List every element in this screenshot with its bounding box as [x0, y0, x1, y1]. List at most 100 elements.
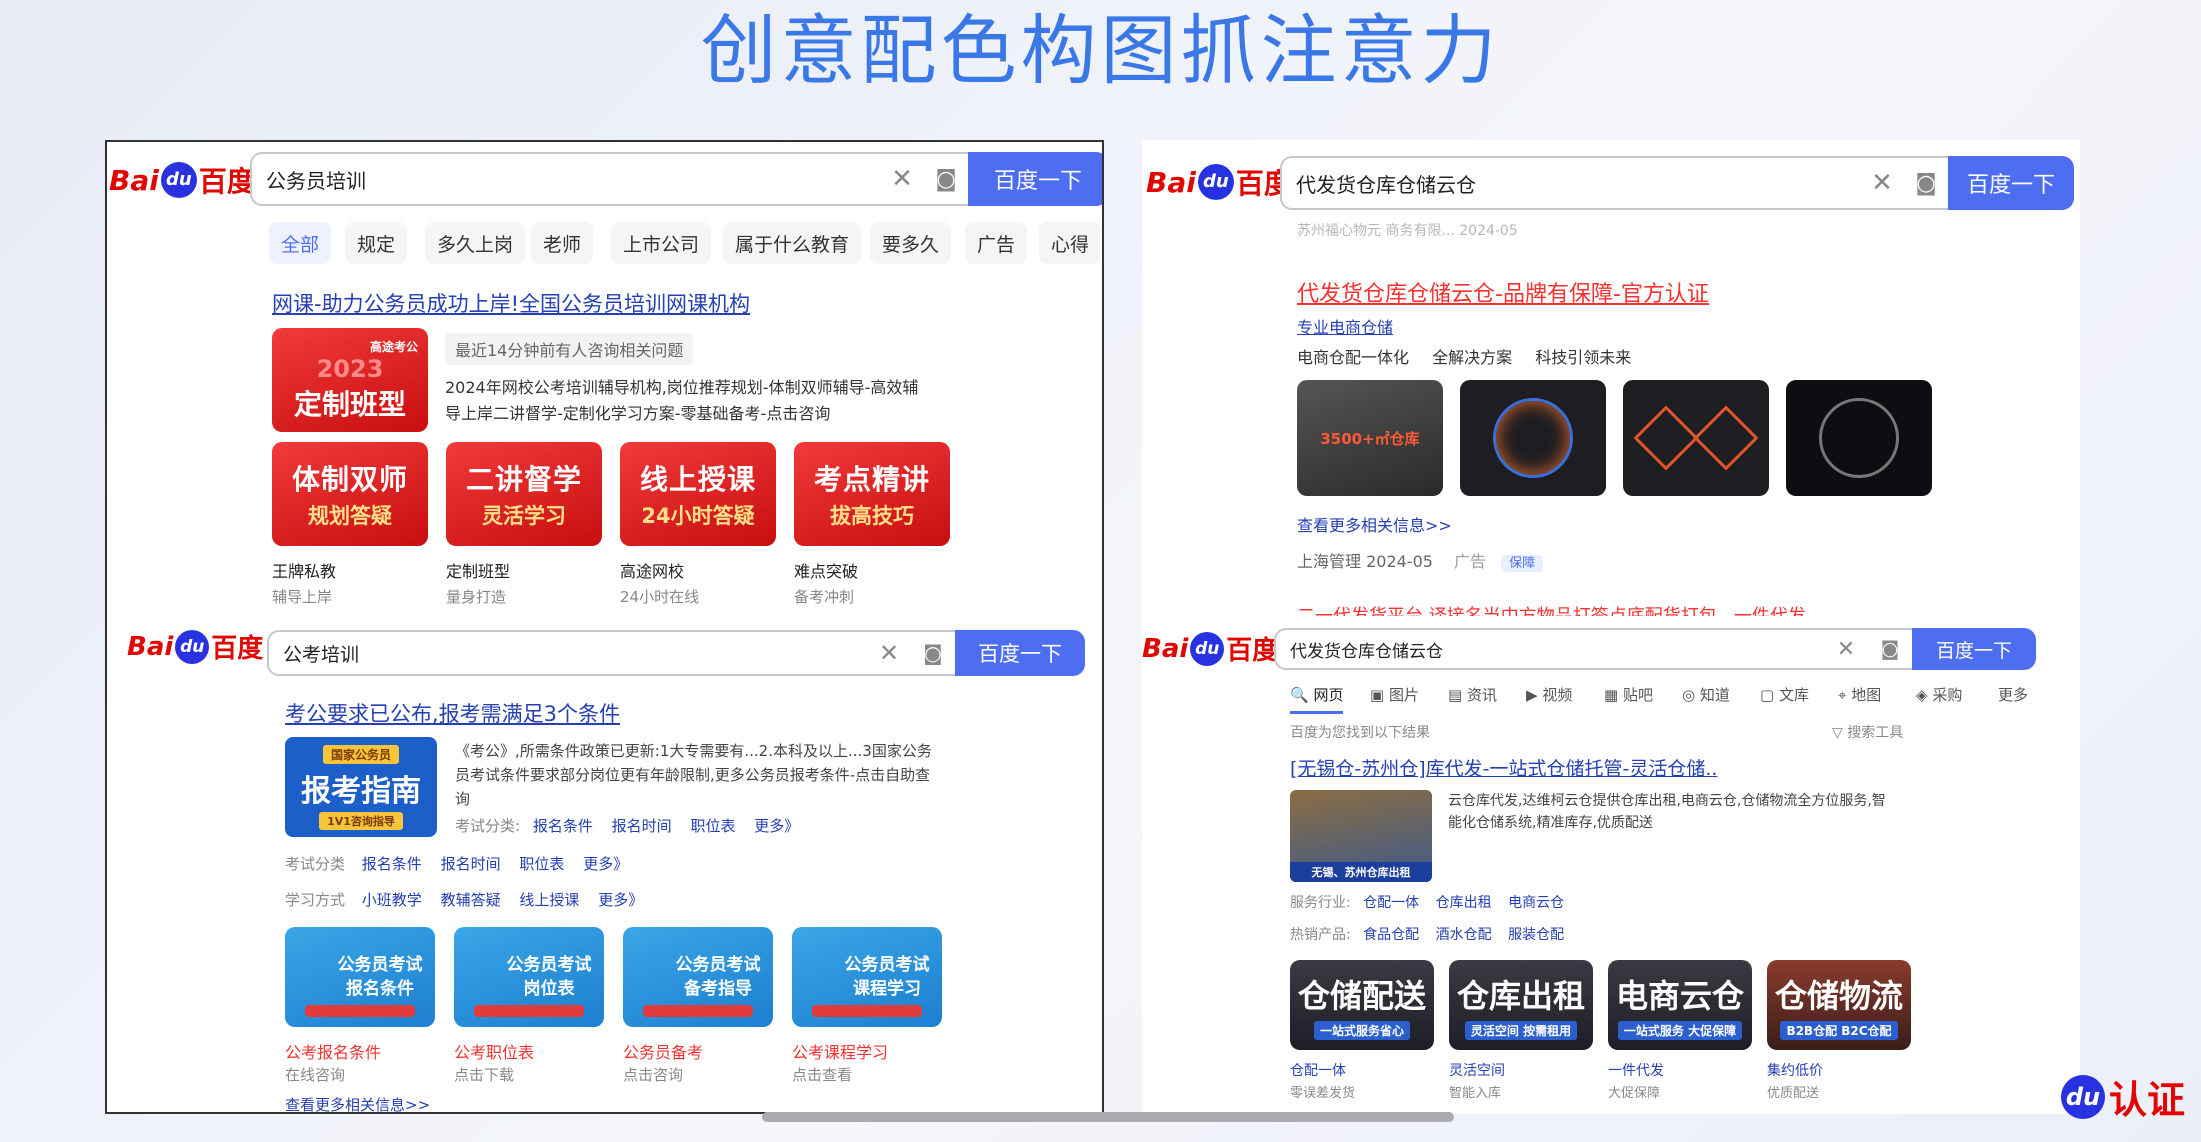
exam-guide-thumb[interactable]: 国家公务员 报考指南 1V1咨询指导: [285, 737, 437, 837]
search-input-3[interactable]: 代发货仓库仓储云仓: [1282, 158, 1860, 208]
clear-icon[interactable]: ✕: [1824, 630, 1868, 668]
nav-zhidao[interactable]: ◎ 知道: [1682, 684, 1730, 705]
card-label-2[interactable]: 定制班型: [446, 558, 510, 582]
card-label-1[interactable]: 王牌私教: [272, 558, 336, 582]
service-link[interactable]: 仓配一体: [1363, 895, 1419, 911]
link-small-class[interactable]: 小班教学: [362, 891, 422, 909]
service-card-label-3[interactable]: 一件代发: [1608, 1060, 1664, 1080]
product-link[interactable]: 酒水仓配: [1436, 927, 1492, 943]
card-thumb-1[interactable]: 体制双师 规划答疑: [272, 442, 428, 546]
horizontal-scrollbar[interactable]: [762, 1112, 1454, 1122]
search-box-2[interactable]: 公考培训 ✕ ◙ 百度一下: [267, 630, 1085, 676]
clear-icon[interactable]: ✕: [867, 632, 911, 674]
camera-icon[interactable]: ◙: [924, 154, 968, 204]
nav-video[interactable]: ▶ 视频: [1526, 684, 1572, 705]
warehouse-thumb-3[interactable]: [1623, 380, 1769, 496]
clear-icon[interactable]: ✕: [1860, 158, 1904, 208]
nav-tieba[interactable]: ▦ 贴吧: [1604, 684, 1653, 705]
tab-how-long[interactable]: 多久上岗: [425, 222, 526, 264]
service-card-label-2[interactable]: 灵活空间: [1449, 1060, 1505, 1080]
search-box-4[interactable]: 代发货仓库仓储云仓 ✕ ◙ 百度一下: [1274, 628, 2036, 670]
exam-card-thumb-2[interactable]: 公务员考试 岗位表: [454, 927, 604, 1027]
card-thumb-2[interactable]: 二讲督学 灵活学习: [446, 442, 602, 546]
link-schedule[interactable]: 报名时间: [612, 817, 672, 835]
nav-news[interactable]: ▤ 资讯: [1448, 684, 1497, 705]
warehouse-thumb-1[interactable]: 3500+㎡仓库: [1297, 380, 1443, 496]
search-button-2[interactable]: 百度一下: [955, 630, 1085, 676]
link-more[interactable]: 更多》: [754, 817, 799, 835]
tab-teacher[interactable]: 老师: [531, 222, 594, 264]
nav-more[interactable]: 更多: [1998, 684, 2028, 705]
link-tutoring[interactable]: 教辅答疑: [441, 891, 501, 909]
link-requirements[interactable]: 报名条件: [362, 855, 422, 873]
exam-card-label-3[interactable]: 公务员备考: [623, 1039, 703, 1063]
card-label-3[interactable]: 高途网校: [620, 558, 684, 582]
service-card-1[interactable]: 仓储配送 一站式服务省心: [1290, 960, 1434, 1050]
search-box[interactable]: 公务员培训 ✕ ◙ 百度一下: [250, 152, 1102, 206]
warehouse-subtitle[interactable]: 专业电商仓储: [1297, 314, 1393, 338]
service-card-4[interactable]: 仓储物流 B2B仓配 B2C仓配: [1767, 960, 1911, 1050]
baidu-logo-4[interactable]: Bai du 百度: [1142, 630, 1278, 667]
camera-icon[interactable]: ◙: [1904, 158, 1948, 208]
camera-icon[interactable]: ◙: [911, 632, 955, 674]
tab-education-type[interactable]: 属于什么教育: [723, 222, 862, 264]
warehouse-result-title[interactable]: 代发货仓库仓储云仓-品牌有保障-官方认证: [1297, 276, 1709, 308]
baidu-logo-2[interactable]: Bai du 百度: [127, 628, 263, 665]
warehouse-thumb-2[interactable]: [1460, 380, 1606, 496]
warehouse-photo[interactable]: 无锡、苏州仓库出租: [1290, 790, 1432, 882]
exam-card-thumb-1[interactable]: 公务员考试 报名条件: [285, 927, 435, 1027]
tab-all[interactable]: 全部: [269, 222, 332, 264]
link-more[interactable]: 更多》: [598, 891, 643, 909]
search-button[interactable]: 百度一下: [968, 152, 1102, 206]
link-requirements[interactable]: 报名条件: [533, 817, 593, 835]
search-input-2[interactable]: 公考培训: [269, 632, 867, 674]
guarantee-badge[interactable]: 保障: [1501, 555, 1544, 572]
search-tools[interactable]: ▽ 搜索工具: [1832, 722, 1903, 742]
more-info-link-2[interactable]: 查看更多相关信息>>: [1297, 512, 1452, 536]
nav-map[interactable]: ⌖ 地图: [1838, 684, 1881, 705]
course-thumbnail[interactable]: 高途考公 2023 定制班型: [272, 328, 428, 432]
product-link[interactable]: 食品仓配: [1363, 927, 1419, 943]
nav-wenku[interactable]: ▢ 文库: [1760, 684, 1809, 705]
tab-rules[interactable]: 规定: [345, 222, 408, 264]
product-link[interactable]: 服装仓配: [1508, 927, 1564, 943]
card-thumb-4[interactable]: 考点精讲 拔高技巧: [794, 442, 950, 546]
link-positions[interactable]: 职位表: [690, 817, 735, 835]
service-card-3[interactable]: 电商云仓 一站式服务 大促保障: [1608, 960, 1752, 1050]
service-link[interactable]: 电商云仓: [1508, 895, 1564, 911]
warehouse-thumb-4[interactable]: [1786, 380, 1932, 496]
nav-purchase[interactable]: ◈ 采购: [1916, 684, 1962, 705]
camera-icon[interactable]: ◙: [1868, 630, 1912, 668]
service-card-label-1[interactable]: 仓配一体: [1290, 1060, 1346, 1080]
link-schedule[interactable]: 报名时间: [441, 855, 501, 873]
card-label-4[interactable]: 难点突破: [794, 558, 858, 582]
exam-card-label-1[interactable]: 公考报名条件: [285, 1039, 381, 1063]
clear-icon[interactable]: ✕: [880, 154, 924, 204]
card-thumb-3[interactable]: 线上授课 24小时答疑: [620, 442, 776, 546]
exam-card-label-4[interactable]: 公考课程学习: [792, 1039, 888, 1063]
ad-result-title[interactable]: 网课-助力公务员成功上岸!全国公务员培训网课机构: [272, 288, 750, 318]
tab-ad[interactable]: 广告: [965, 222, 1028, 264]
search-button-3[interactable]: 百度一下: [1948, 156, 2074, 210]
search-box-3[interactable]: 代发货仓库仓储云仓 ✕ ◙ 百度一下: [1280, 156, 2074, 210]
link-more[interactable]: 更多》: [583, 855, 628, 873]
warehouse-result-title-2[interactable]: [无锡仓-苏州仓]库代发-一站式仓储托管-灵活仓储..: [1290, 754, 1717, 781]
nav-images[interactable]: ▣ 图片: [1370, 684, 1419, 705]
tab-duration[interactable]: 要多久: [870, 222, 952, 264]
search-input-4[interactable]: 代发货仓库仓储云仓: [1276, 630, 1824, 668]
exam-card-thumb-4[interactable]: 公务员考试 课程学习: [792, 927, 942, 1027]
service-link[interactable]: 仓库出租: [1436, 895, 1492, 911]
tab-listed-company[interactable]: 上市公司: [611, 222, 712, 264]
result-title-2[interactable]: 考公要求已公布,报考需满足3个条件: [285, 698, 620, 728]
link-online[interactable]: 线上授课: [519, 891, 579, 909]
search-input[interactable]: 公务员培训: [252, 154, 880, 204]
service-card-2[interactable]: 仓库出租 灵活空间 按需租用: [1449, 960, 1593, 1050]
exam-card-thumb-3[interactable]: 公务员考试 备考指导: [623, 927, 773, 1027]
tab-experience[interactable]: 心得: [1039, 222, 1102, 264]
exam-card-label-2[interactable]: 公考职位表: [454, 1039, 534, 1063]
more-info-link[interactable]: 查看更多相关信息>>: [285, 1094, 430, 1112]
baidu-logo-3[interactable]: Bai du 百度: [1146, 162, 1292, 202]
service-card-label-4[interactable]: 集约低价: [1767, 1060, 1823, 1080]
nav-web[interactable]: 🔍 网页: [1290, 684, 1344, 714]
link-positions[interactable]: 职位表: [519, 855, 564, 873]
